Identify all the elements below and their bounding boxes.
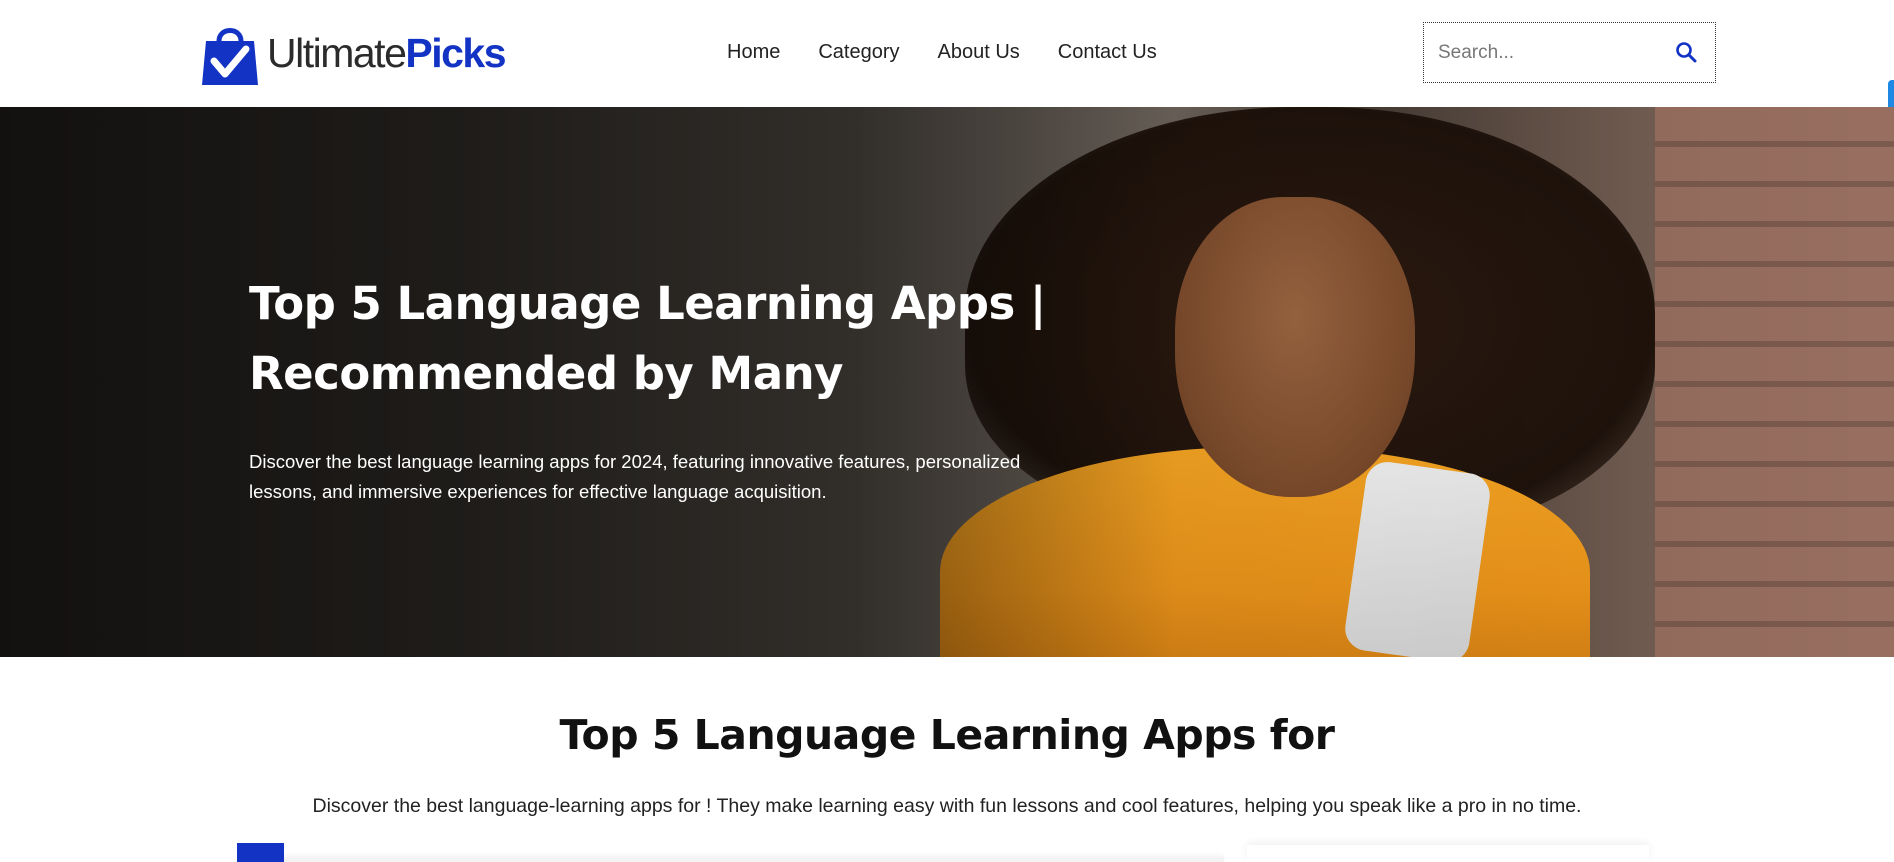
list-rank-badge [237,843,284,862]
nav-contact-us[interactable]: Contact Us [1058,38,1157,66]
hero-description: Discover the best language learning apps… [249,451,1021,502]
main-nav: Home Category About Us Contact Us [727,38,1195,66]
hero-content: Top 5 Language Learning Apps | Recommend… [249,269,1069,507]
search-icon[interactable] [1673,39,1701,67]
hero-title: Top 5 Language Learning Apps | Recommend… [249,277,1046,400]
shopping-bag-check-icon [201,19,259,87]
nav-home[interactable]: Home [727,38,780,66]
section-description: Discover the best language-learning apps… [312,795,1582,817]
sidebar-card [1247,845,1649,862]
logo-word-ultimate: Ultimate [267,29,407,76]
logo-word-picks: Picks [405,29,506,76]
section-title: Top 5 Language Learning Apps for [559,711,1335,759]
app-card [284,857,1224,862]
search-input[interactable] [1438,37,1668,69]
nav-category[interactable]: Category [818,38,899,66]
nav-about-us[interactable]: About Us [938,38,1020,66]
search-box [1423,22,1716,83]
logo-wordmark: UltimatePicks [267,29,507,76]
site-header: UltimatePicks Home Category About Us Con… [0,0,1894,107]
site-logo-link[interactable]: UltimatePicks [201,18,507,88]
hero-banner: Top 5 Language Learning Apps | Recommend… [0,107,1894,657]
